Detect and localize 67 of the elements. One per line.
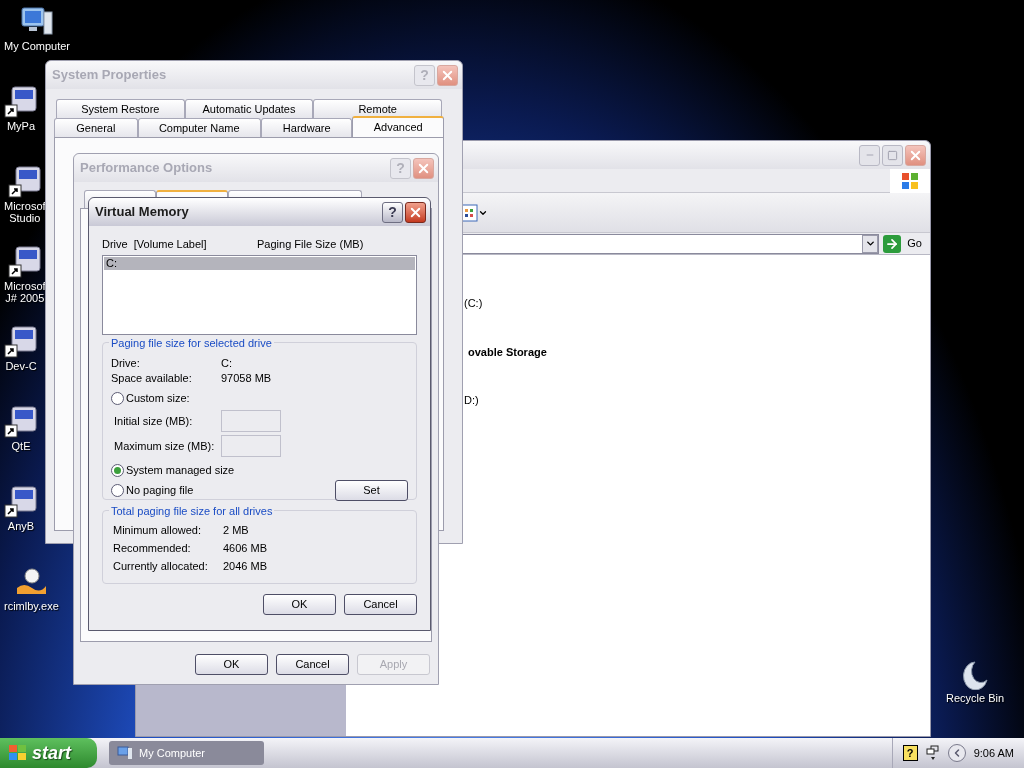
shortcut-icon xyxy=(7,166,42,198)
desktop-icon-label[interactable]: AnyB xyxy=(7,520,35,532)
tab[interactable]: Remote xyxy=(313,99,442,118)
shortcut-icon xyxy=(4,326,38,358)
info-value: 2046 MB xyxy=(223,558,268,574)
windows-logo-icon xyxy=(8,744,28,762)
tab[interactable]: Hardware xyxy=(260,118,353,137)
network-icon[interactable] xyxy=(925,745,940,761)
list-row[interactable]: C: xyxy=(104,256,415,270)
tab[interactable]: System Restore xyxy=(56,99,185,118)
dropdown-button[interactable] xyxy=(862,234,879,253)
help-tray-icon[interactable]: ? xyxy=(902,745,918,761)
info-label: Recommended: xyxy=(113,540,192,556)
desktop-icon-label[interactable]: rcimlby.exe xyxy=(4,600,59,612)
group-heading: ovable Storage xyxy=(467,344,548,360)
column-header: Paging File Size (MB) xyxy=(257,237,364,252)
desktop-icon-label[interactable]: My Computer xyxy=(4,40,71,52)
clock: 9:06 AM xyxy=(973,745,1014,761)
close-button[interactable] xyxy=(405,201,426,223)
info-label: Space available: xyxy=(111,370,193,385)
windows-logo-icon xyxy=(890,169,930,193)
radio-button[interactable] xyxy=(111,392,124,405)
maximize-icon xyxy=(887,149,898,161)
ok-button[interactable]: OK xyxy=(195,654,268,675)
tab[interactable]: Computer Name xyxy=(137,118,261,137)
tab[interactable]: Automatic Updates xyxy=(184,99,314,118)
arrow-icon xyxy=(885,236,900,251)
radio-button[interactable] xyxy=(111,464,124,477)
field-label: Maximum size (MB): xyxy=(114,438,216,454)
info-label: Minimum allowed: xyxy=(113,522,203,538)
desktop-icon-label[interactable]: Microsof Studio xyxy=(4,200,46,224)
info-label: Currently allocated: xyxy=(113,558,209,574)
window-title: Virtual Memory xyxy=(95,203,189,222)
caret-icon xyxy=(864,238,876,249)
info-value: C: xyxy=(221,355,232,370)
radio-label[interactable]: Custom size: xyxy=(126,390,190,407)
cancel-button[interactable]: Cancel xyxy=(344,593,417,615)
field-label: Initial size (MB): xyxy=(114,413,194,429)
desktop-icon-label[interactable]: Recycle Bin xyxy=(945,690,1005,707)
desktop-icon-label[interactable]: QtE xyxy=(11,440,31,452)
column-header: Drive [Volume Label] xyxy=(102,237,208,252)
desktop-icon-label[interactable]: MyPa xyxy=(6,120,36,132)
desktop-icon-label[interactable]: Microsof J# 2005 xyxy=(4,280,46,304)
help-button[interactable]: ? xyxy=(382,201,403,223)
info-label: Drive: xyxy=(111,355,141,370)
shortcut-icon xyxy=(7,246,42,278)
window-title: System Properties xyxy=(52,66,167,85)
tab[interactable]: Advanced xyxy=(352,116,444,137)
computer-icon xyxy=(117,745,133,761)
radio-label[interactable]: No paging file xyxy=(126,482,194,499)
shortcut-icon xyxy=(4,486,38,518)
set-button[interactable]: Set xyxy=(335,480,408,501)
radio-button[interactable] xyxy=(111,484,124,497)
desktop-icon-label[interactable]: Dev-C xyxy=(5,360,37,372)
tab[interactable]: General xyxy=(54,118,138,137)
shortcut-icon xyxy=(4,406,38,438)
expand-tray-button[interactable] xyxy=(947,744,966,762)
go-button[interactable]: Go xyxy=(883,234,922,253)
computer-icon xyxy=(20,6,54,38)
info-value: 4606 MB xyxy=(223,540,268,556)
info-value: 2 MB xyxy=(223,522,249,538)
ok-button[interactable]: OK xyxy=(263,593,336,615)
radio-label[interactable]: System managed size xyxy=(126,462,235,479)
info-value: 97058 MB xyxy=(221,370,272,385)
shortcut-icon xyxy=(4,86,38,118)
window-title: Performance Options xyxy=(80,159,213,178)
cancel-button[interactable]: Cancel xyxy=(276,654,349,675)
